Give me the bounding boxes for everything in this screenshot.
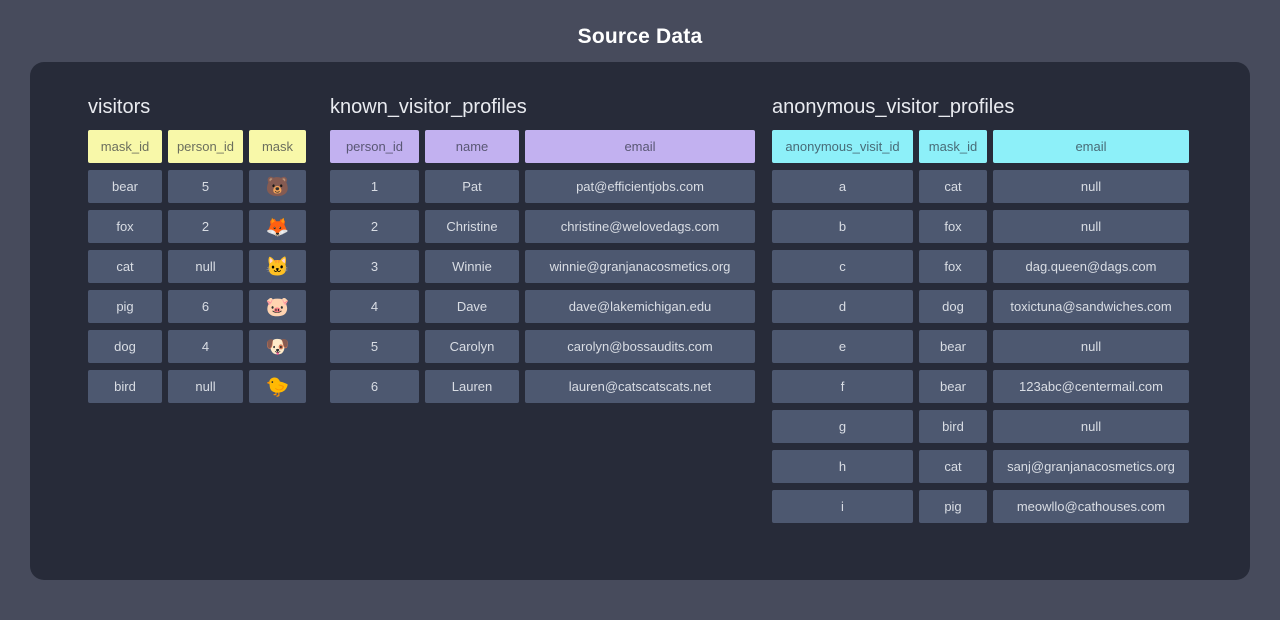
known_visitor_profiles-cell-email: winnie@granjanacosmetics.org: [525, 250, 755, 283]
anonymous_visitor_profiles-cell-mask_id: cat: [919, 170, 987, 203]
known_visitor_profiles-cell-person_id: 3: [330, 250, 419, 283]
visitors-cell-mask_id: dog: [88, 330, 162, 363]
anonymous_visitor_profiles-cell-mask_id: fox: [919, 250, 987, 283]
known_visitor_profiles-cell-name: Carolyn: [425, 330, 519, 363]
known_visitor_profiles-cell-email: dave@lakemichigan.edu: [525, 290, 755, 323]
anonymous_visitor_profiles-cell-anonymous_visit_id: h: [772, 450, 913, 483]
anonymous-visitor-profiles-table-title: anonymous_visitor_profiles: [772, 96, 1189, 119]
visitors-cell-person_id: null: [168, 250, 243, 283]
anonymous_visitor_profiles-cell-email: null: [993, 210, 1189, 243]
visitors-cell-person_id: 4: [168, 330, 243, 363]
anonymous_visitor_profiles-cell-email: null: [993, 170, 1189, 203]
anonymous_visitor_profiles-cell-anonymous_visit_id: a: [772, 170, 913, 203]
anonymous_visitor_profiles-header-email: email: [993, 130, 1189, 163]
known_visitor_profiles-cell-person_id: 6: [330, 370, 419, 403]
visitors-cell-mask: 🐤: [249, 370, 306, 403]
known-visitor-profiles-table-grid: person_idnameemail 1Patpat@efficientjobs.…: [330, 130, 755, 403]
page-title: Source Data: [0, 25, 1280, 49]
anonymous_visitor_profiles-cell-email: meowllo@cathouses.com: [993, 490, 1189, 523]
visitors-cell-mask: 🦊: [249, 210, 306, 243]
anonymous_visitor_profiles-cell-email: null: [993, 410, 1189, 443]
anonymous_visitor_profiles-cell-email: toxictuna@sandwiches.com: [993, 290, 1189, 323]
visitors-cell-mask_id: pig: [88, 290, 162, 323]
known_visitor_profiles-header-email: email: [525, 130, 755, 163]
visitors-cell-mask_id: cat: [88, 250, 162, 283]
known_visitor_profiles-cell-person_id: 2: [330, 210, 419, 243]
anonymous_visitor_profiles-cell-mask_id: dog: [919, 290, 987, 323]
known_visitor_profiles-cell-person_id: 4: [330, 290, 419, 323]
known_visitor_profiles-cell-email: lauren@catscatscats.net: [525, 370, 755, 403]
anonymous_visitor_profiles-cell-mask_id: fox: [919, 210, 987, 243]
visitors-cell-person_id: 6: [168, 290, 243, 323]
known_visitor_profiles-cell-name: Christine: [425, 210, 519, 243]
visitors-cell-mask_id: bear: [88, 170, 162, 203]
known-visitor-profiles-table: known_visitor_profiles person_idnameemai…: [330, 96, 755, 403]
visitors-header-mask_id: mask_id: [88, 130, 162, 163]
page: { "page_title": "Source Data", "colors":…: [0, 0, 1280, 620]
anonymous_visitor_profiles-cell-anonymous_visit_id: i: [772, 490, 913, 523]
anonymous_visitor_profiles-cell-mask_id: bear: [919, 330, 987, 363]
visitors-cell-person_id: 2: [168, 210, 243, 243]
known_visitor_profiles-cell-email: carolyn@bossaudits.com: [525, 330, 755, 363]
visitors-cell-person_id: null: [168, 370, 243, 403]
anonymous_visitor_profiles-cell-email: 123abc@centermail.com: [993, 370, 1189, 403]
anonymous_visitor_profiles-cell-mask_id: pig: [919, 490, 987, 523]
known_visitor_profiles-cell-email: christine@welovedags.com: [525, 210, 755, 243]
anonymous_visitor_profiles-cell-mask_id: bear: [919, 370, 987, 403]
known_visitor_profiles-cell-name: Dave: [425, 290, 519, 323]
anonymous_visitor_profiles-cell-anonymous_visit_id: d: [772, 290, 913, 323]
visitors-cell-mask: 🐶: [249, 330, 306, 363]
visitors-cell-mask: 🐻: [249, 170, 306, 203]
anonymous_visitor_profiles-cell-email: dag.queen@dags.com: [993, 250, 1189, 283]
anonymous_visitor_profiles-header-mask_id: mask_id: [919, 130, 987, 163]
anonymous_visitor_profiles-cell-anonymous_visit_id: b: [772, 210, 913, 243]
known-visitor-profiles-table-title: known_visitor_profiles: [330, 96, 755, 119]
visitors-cell-person_id: 5: [168, 170, 243, 203]
visitors-header-person_id: person_id: [168, 130, 243, 163]
visitors-cell-mask: 🐷: [249, 290, 306, 323]
anonymous_visitor_profiles-cell-anonymous_visit_id: e: [772, 330, 913, 363]
visitors-table-grid: mask_idperson_idmaskbear5🐻fox2🦊catnull🐱p…: [88, 130, 306, 403]
anonymous_visitor_profiles-cell-mask_id: bird: [919, 410, 987, 443]
visitors-table-title: visitors: [88, 96, 306, 119]
anonymous_visitor_profiles-cell-mask_id: cat: [919, 450, 987, 483]
known_visitor_profiles-header-name: name: [425, 130, 519, 163]
anonymous-visitor-profiles-table-grid: anonymous_visit_idmask_idemailacatnullbf…: [772, 130, 1189, 523]
visitors-cell-mask: 🐱: [249, 250, 306, 283]
known_visitor_profiles-cell-email: pat@efficientjobs.com: [525, 170, 755, 203]
visitors-cell-mask_id: fox: [88, 210, 162, 243]
known_visitor_profiles-header-person_id: person_id: [330, 130, 419, 163]
known_visitor_profiles-cell-person_id: 1: [330, 170, 419, 203]
visitors-header-mask: mask: [249, 130, 306, 163]
known_visitor_profiles-cell-person_id: 5: [330, 330, 419, 363]
anonymous_visitor_profiles-cell-email: null: [993, 330, 1189, 363]
visitors-table: visitors mask_idperson_idmask bear5🐻 fox2🦊…: [88, 96, 306, 403]
anonymous-visitor-profiles-table: anonymous_visitor_profiles anonymous_vis…: [772, 96, 1189, 523]
anonymous_visitor_profiles-cell-anonymous_visit_id: f: [772, 370, 913, 403]
known_visitor_profiles-cell-name: Pat: [425, 170, 519, 203]
anonymous_visitor_profiles-cell-anonymous_visit_id: c: [772, 250, 913, 283]
known_visitor_profiles-cell-name: Lauren: [425, 370, 519, 403]
anonymous_visitor_profiles-cell-anonymous_visit_id: g: [772, 410, 913, 443]
visitors-cell-mask_id: bird: [88, 370, 162, 403]
anonymous_visitor_profiles-header-anonymous_visit_id: anonymous_visit_id: [772, 130, 913, 163]
anonymous_visitor_profiles-cell-email: sanj@granjanacosmetics.org: [993, 450, 1189, 483]
known_visitor_profiles-cell-name: Winnie: [425, 250, 519, 283]
